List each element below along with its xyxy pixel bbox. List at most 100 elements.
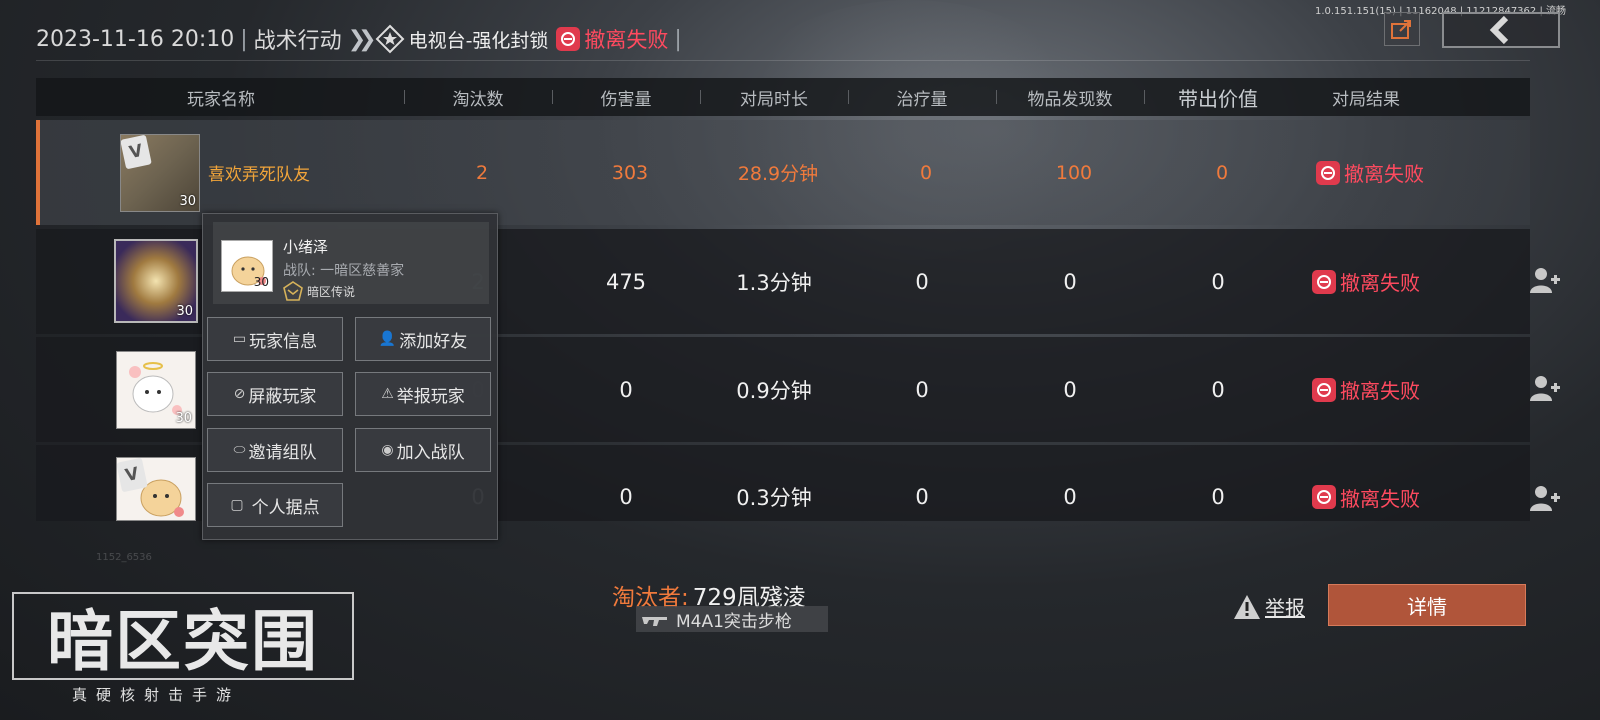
popup-rank: 暗区传说 [283, 281, 355, 301]
popup-avatar-level: 30 [253, 275, 269, 289]
player-avatar[interactable]: V 30 [120, 134, 200, 212]
lockdown-mode-icon [375, 24, 404, 54]
invite-icon: ⬭ [233, 442, 246, 458]
cell-result: 撤离失败 [1292, 337, 1440, 442]
cell-items: 0 [1063, 485, 1077, 509]
block-player-label: 屏蔽玩家 [248, 386, 317, 407]
result-text: 撤离失败 [1344, 162, 1424, 186]
cell-items: 100 [1055, 161, 1093, 184]
header-divider-end: | [674, 26, 682, 52]
cell-value: 0 [1215, 161, 1229, 184]
details-button[interactable]: 详情 [1328, 584, 1526, 626]
add-friend-button[interactable] [1528, 371, 1562, 405]
player-level: 30 [176, 304, 193, 319]
report-player-button[interactable]: ⚠ 举报玩家 [355, 372, 491, 416]
player-info-label: 玩家信息 [249, 331, 318, 352]
warning-icon [1234, 594, 1260, 619]
cell-damage: 303 [611, 161, 649, 184]
block-player-button[interactable]: ⊘ 屏蔽玩家 [207, 372, 343, 416]
cell-heal: 0 [915, 269, 929, 294]
popup-player-name: 小绪泽 [283, 238, 329, 256]
match-header: 2023-11-16 20:10 | 战术行动 ❯❯ 电视台-强化封锁 撤离失败… [36, 22, 688, 56]
map-name: 电视台-强化封锁 [408, 29, 549, 52]
rank-badge-icon [283, 281, 303, 301]
cell-result: 撤离失败 [1296, 120, 1444, 225]
header-rule [36, 60, 1530, 61]
share-button[interactable] [1384, 12, 1420, 46]
player-avatar[interactable]: 30 [114, 239, 198, 323]
match-datetime: 2023-11-16 20:10 [36, 26, 235, 52]
report-link[interactable]: 举报 [1233, 592, 1305, 621]
add-friend-button[interactable] [1528, 481, 1562, 515]
popup-rank-text: 暗区传说 [307, 284, 356, 299]
add-friend-popup-button[interactable]: 👤 添加好友 [355, 317, 491, 361]
cell-duration: 0.9分钟 [736, 378, 812, 403]
extract-fail-icon [1312, 377, 1336, 402]
cell-value: 0 [1211, 377, 1225, 402]
player-avatar[interactable]: 30 [116, 351, 196, 429]
player-name: 喜欢弄死队友 [208, 165, 310, 185]
block-icon: ⊘ [233, 386, 246, 402]
col-result: 对局结果 [1332, 89, 1400, 110]
personal-base-label: 个人据点 [251, 497, 320, 518]
vip-badge-icon: V [121, 135, 152, 170]
warning-icon: ⚠ [381, 386, 394, 402]
result-text: 撤离失败 [1340, 379, 1420, 403]
result-text: 撤离失败 [1340, 486, 1420, 511]
col-items: 物品发现数 [1027, 89, 1113, 110]
add-friend-icon: 👤 [378, 331, 397, 347]
add-friend-button[interactable] [1528, 263, 1562, 297]
cell-result: 撤离失败 [1292, 445, 1440, 549]
popup-team-name: 战队: 一暗区慈善家 [283, 263, 405, 279]
col-kills: 淘汰数 [452, 89, 504, 110]
add-friend-icon [1530, 486, 1560, 511]
cell-result: 撤离失败 [1292, 229, 1440, 334]
player-info-button[interactable]: ▭ 玩家信息 [207, 317, 343, 361]
report-player-label: 举报玩家 [396, 386, 465, 407]
invite-team-button[interactable]: ⬭ 邀请组队 [207, 428, 343, 472]
weapon-name: M4A1突击步枪 [676, 611, 792, 632]
table-row-self[interactable]: V 30 喜欢弄死队友 2 303 28.9分钟 0 100 0 撤离失败 [36, 120, 1530, 225]
header-divider: | [240, 26, 248, 52]
match-result: 撤离失败 [584, 28, 669, 52]
popup-player-card: 30 小绪泽 战队: 一暗区慈善家 暗区传说 [213, 222, 489, 304]
double-chevron-icon: ❯❯ [347, 26, 377, 52]
cell-duration: 1.3分钟 [736, 270, 812, 295]
match-mode: 战术行动 [253, 29, 342, 54]
share-icon [1391, 20, 1411, 39]
killer-weapon: M4A1突击步枪 [636, 606, 828, 632]
cell-duration: 0.3分钟 [736, 486, 812, 510]
report-label: 举报 [1265, 596, 1305, 620]
col-heal: 治疗量 [896, 89, 948, 110]
add-friend-icon [1530, 376, 1560, 401]
base-icon: ▢ [230, 497, 244, 513]
cell-kills: 2 [475, 161, 489, 184]
player-level: 30 [175, 411, 192, 426]
add-friend-label: 添加好友 [399, 331, 468, 352]
extract-fail-icon [556, 27, 581, 51]
id-card-icon: ▭ [232, 331, 247, 347]
invite-team-label: 邀请组队 [248, 442, 317, 463]
popup-avatar[interactable]: 30 [221, 240, 273, 292]
col-duration: 对局时长 [740, 89, 808, 110]
cell-heal: 0 [915, 485, 929, 509]
back-button[interactable] [1442, 12, 1560, 48]
extract-fail-icon [1312, 485, 1336, 509]
join-clan-button[interactable]: ◉ 加入战队 [355, 428, 491, 472]
rifle-icon [636, 611, 676, 627]
player-avatar[interactable]: V [116, 457, 196, 521]
personal-base-button[interactable]: ▢ 个人据点 [207, 483, 343, 527]
extract-fail-icon [1316, 160, 1340, 185]
result-text: 撤离失败 [1340, 271, 1420, 295]
cell-items: 0 [1063, 269, 1077, 294]
watermark-text: 1152_6536 [96, 552, 152, 563]
join-clan-label: 加入战队 [396, 442, 465, 463]
game-slogan: 真硬核射击手游 [72, 686, 241, 704]
col-damage: 伤害量 [600, 89, 652, 110]
cell-value: 0 [1211, 485, 1225, 509]
cell-heal: 0 [915, 377, 929, 402]
clan-icon: ◉ [381, 442, 394, 458]
cell-items: 0 [1063, 377, 1077, 402]
cell-duration: 28.9分钟 [737, 163, 819, 185]
col-player-name: 玩家名称 [187, 89, 255, 110]
